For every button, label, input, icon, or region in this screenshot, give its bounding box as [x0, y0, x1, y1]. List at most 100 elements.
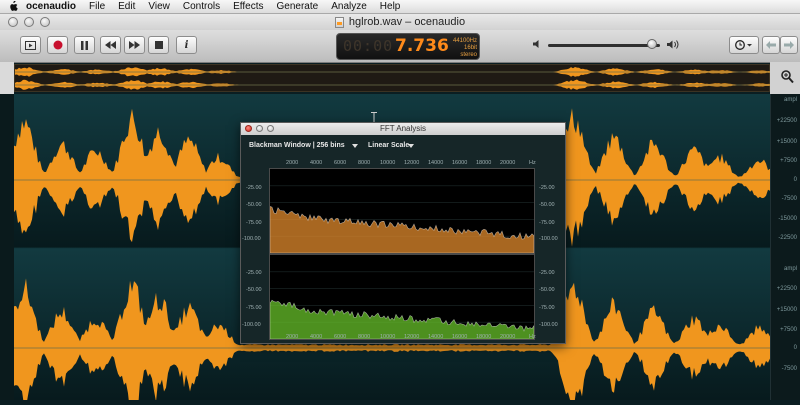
- freq-tick: 2000: [286, 160, 298, 166]
- ruler-label: +7500: [780, 327, 797, 333]
- fft-spectrum-area: [270, 206, 534, 253]
- time-display-value: 7.736: [395, 36, 449, 56]
- sample-rate-line: 44100Hz: [453, 38, 477, 45]
- ruler-label: +7500: [780, 158, 797, 164]
- zoom-window-button[interactable]: [40, 17, 50, 27]
- volume-slider[interactable]: [548, 44, 660, 47]
- menu-analyze[interactable]: Analyze: [331, 1, 367, 12]
- fft-title-bar: FFT Analysis: [241, 123, 565, 135]
- db-tick: -25.00: [246, 185, 262, 191]
- fft-body: Blackman Window | 256 bins Linear Scale …: [241, 135, 565, 343]
- fft-title: FFT Analysis: [380, 124, 426, 133]
- fft-minimize-button[interactable]: [256, 125, 263, 132]
- freq-tick: 10000: [380, 334, 395, 340]
- stop-button[interactable]: [148, 36, 169, 54]
- menu-effects[interactable]: Effects: [233, 1, 263, 12]
- fft-window-select[interactable]: Blackman Window | 256 bins: [249, 142, 345, 149]
- ruler-label: -15000: [778, 216, 797, 222]
- freq-tick: 16000: [452, 160, 467, 166]
- window-controls: [8, 17, 50, 27]
- db-tick: -100.00: [242, 322, 261, 328]
- menu-view[interactable]: View: [148, 1, 170, 12]
- db-tick: -25.00: [246, 270, 262, 276]
- db-tick: -25.00: [539, 270, 555, 276]
- ruler-unit-top: ampl: [784, 97, 797, 103]
- freq-tick: 4000: [310, 160, 322, 166]
- volume-high-icon: [667, 39, 681, 50]
- rewind-button[interactable]: [100, 36, 121, 54]
- freq-tick: 20000: [500, 334, 515, 340]
- freq-tick: 8000: [358, 334, 370, 340]
- minimize-window-button[interactable]: [24, 17, 34, 27]
- menu-bar: ocenaudio File Edit View Controls Effect…: [0, 0, 800, 14]
- menu-app-name[interactable]: ocenaudio: [26, 1, 76, 12]
- freq-tick: 2000: [286, 334, 298, 340]
- chevron-down-icon[interactable]: [408, 144, 414, 148]
- ruler-label: +15000: [777, 139, 797, 145]
- fft-plot-channel-1: [269, 168, 535, 254]
- freq-tick: 8000: [358, 160, 370, 166]
- record-button[interactable]: [47, 36, 68, 54]
- fft-zoom-button[interactable]: [267, 125, 274, 132]
- close-window-button[interactable]: [8, 17, 18, 27]
- db-tick: -50.00: [539, 202, 555, 208]
- ruler-label: 0: [794, 345, 797, 351]
- db-tick: -100.00: [539, 236, 558, 242]
- fft-analysis-window[interactable]: FFT Analysis Blackman Window | 256 bins …: [240, 122, 566, 344]
- document-icon: [335, 17, 344, 28]
- time-display-ghost-digits: 00:00: [343, 37, 393, 55]
- menu-edit[interactable]: Edit: [118, 1, 135, 12]
- bit-depth-line: 16bit: [453, 45, 477, 52]
- ruler-label: +22500: [777, 286, 797, 292]
- clock-icon: [735, 40, 753, 50]
- volume-slider-knob[interactable]: [647, 39, 657, 49]
- ruler-label: +15000: [777, 307, 797, 313]
- fft-plot-channel-2: [269, 254, 535, 340]
- amplitude-ruler: ampl +22500 +15000 +7500 0 -7500 -15000 …: [770, 94, 800, 400]
- freq-tick: 10000: [380, 160, 395, 166]
- window-title-bar: hglrob.wav – ocenaudio: [0, 14, 800, 30]
- chevron-down-icon[interactable]: [352, 144, 358, 148]
- freq-tick: 16000: [452, 334, 467, 340]
- freq-unit: Hz: [529, 334, 536, 340]
- stop-icon: [155, 41, 163, 49]
- menu-generate[interactable]: Generate: [277, 1, 319, 12]
- clock-menu-button[interactable]: [729, 36, 759, 54]
- overview-left-margin: [0, 62, 14, 94]
- menu-file[interactable]: File: [89, 1, 105, 12]
- overview-waveform[interactable]: [14, 64, 770, 92]
- fast-forward-button[interactable]: [124, 36, 145, 54]
- ruler-label: -7500: [782, 366, 797, 372]
- rewind-icon: [105, 41, 116, 49]
- fast-forward-icon: [129, 41, 140, 49]
- volume-low-icon: [533, 39, 543, 49]
- sample-rate-info: 44100Hz 16bit stereo: [453, 38, 477, 59]
- selection-icon: [25, 41, 36, 50]
- fft-spectrum-channel-1: [270, 169, 534, 253]
- freq-unit: Hz: [529, 160, 536, 166]
- info-button[interactable]: i: [176, 36, 197, 54]
- freq-tick: 14000: [428, 334, 443, 340]
- toolbar: i 00:00 7.736 44100Hz 16bit stereo: [0, 30, 800, 63]
- fft-close-button[interactable]: [245, 125, 252, 132]
- menu-help[interactable]: Help: [380, 1, 401, 12]
- fft-spectrum-channel-2: [270, 255, 534, 339]
- ruler-label: -7500: [782, 196, 797, 202]
- pause-button[interactable]: [74, 36, 95, 54]
- ruler-unit-bottom: ampl: [784, 266, 797, 272]
- forward-button[interactable]: [780, 36, 798, 54]
- zoom-icon[interactable]: [781, 70, 794, 84]
- db-tick: -50.00: [539, 287, 555, 293]
- waveform-channel: [15, 80, 771, 90]
- db-tick: -100.00: [539, 322, 558, 328]
- back-button[interactable]: [762, 36, 780, 54]
- apple-icon[interactable]: [8, 1, 18, 12]
- arrow-left-icon: [766, 41, 776, 49]
- pause-icon: [80, 41, 89, 50]
- freq-tick: 12000: [404, 334, 419, 340]
- fft-scale-select[interactable]: Linear Scale: [368, 142, 409, 149]
- show-selection-button[interactable]: [20, 36, 41, 54]
- menu-controls[interactable]: Controls: [183, 1, 220, 12]
- db-tick: -75.00: [539, 305, 555, 311]
- freq-tick: 18000: [476, 334, 491, 340]
